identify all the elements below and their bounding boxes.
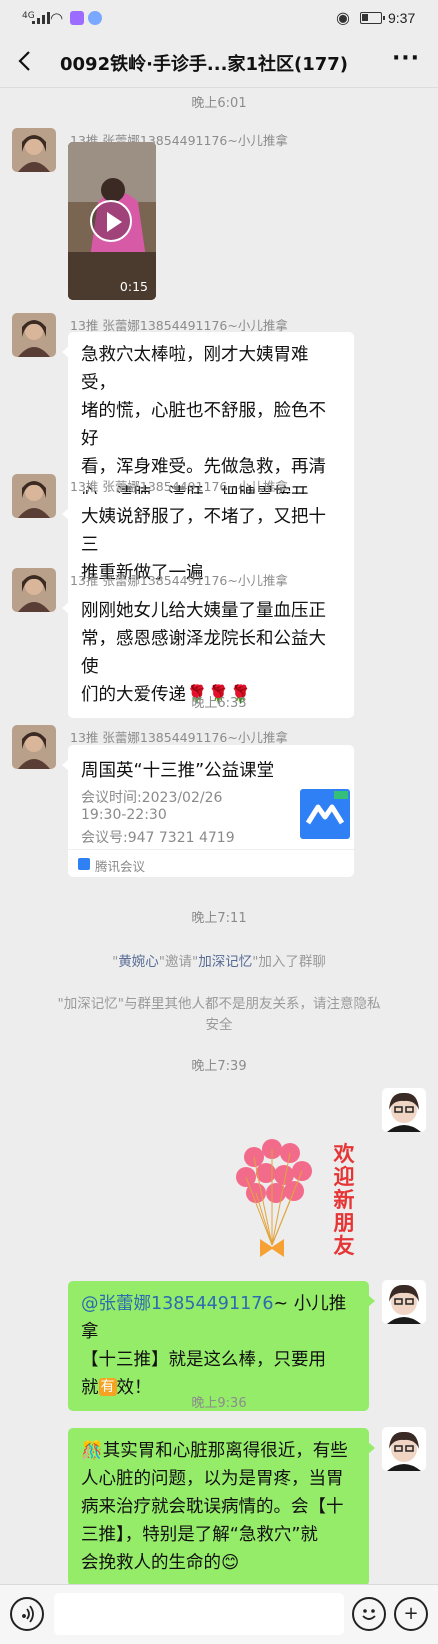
tencent-meeting-icon <box>78 858 90 870</box>
avatar[interactable] <box>12 725 56 769</box>
status-bar: 4G ◠ ◉ 9:37 <box>0 0 438 36</box>
chevron-left-icon[interactable] <box>10 46 40 76</box>
sticker-text: 欢 迎 新 朋 友 <box>324 1143 364 1258</box>
card-meeting-hours: 19:30-22:30 <box>81 807 167 823</box>
sticker-char: 友 <box>333 1234 355 1258</box>
battery-icon <box>360 12 385 24</box>
my-avatar[interactable] <box>382 1427 426 1471</box>
app-notification-icon <box>70 11 84 25</box>
card-footer: 腾讯会议 <box>68 849 354 877</box>
input-bar: + <box>0 1584 438 1644</box>
message-line: 病来治疗就会耽误病情的。会【十 <box>81 1497 344 1517</box>
sticker-char: 迎 <box>333 1165 355 1189</box>
message-bubble[interactable]: 🎊其实胃和心脏那离得很近，有些 人心脏的问题，以为是胃疼，当胃 病来治疗就会耽误… <box>68 1428 375 1586</box>
message-line: 急救穴太棒啦，刚才大姨胃难受， <box>81 345 309 393</box>
emoji-icon[interactable] <box>352 1597 386 1631</box>
sender-name: 13推 张蕾娜13854491176~小儿推拿 <box>70 573 288 588</box>
avatar[interactable] <box>12 568 56 612</box>
plus-icon[interactable]: + <box>394 1597 428 1631</box>
message-line: @张蕾娜13854491176~ 小儿推拿 <box>81 1290 356 1346</box>
card-meeting-time: 会议时间:2023/02/26 <box>81 790 223 806</box>
timestamp: 晚上9:36 <box>191 1396 247 1411</box>
my-avatar[interactable] <box>382 1280 426 1324</box>
phone-link[interactable]: 13854491176 <box>151 1294 273 1314</box>
more-dots-icon[interactable]: ··· <box>388 44 424 78</box>
sys-line: 安全 <box>205 1017 233 1033</box>
music-notification-icon <box>88 11 102 25</box>
message-line: 人心脏的问题，以为是胃疼，当胃 <box>81 1469 344 1489</box>
sender-name: 13推 张蕾娜13854491176~小儿推拿 <box>70 730 288 745</box>
signal-icon <box>32 12 50 24</box>
timestamp: 晚上6:01 <box>191 96 247 111</box>
message-line: 大姨说舒服了，不堵了，又把十三 <box>81 507 326 555</box>
message-line: 刚刚她女儿给大姨量了量血压正 <box>81 601 326 621</box>
avatar[interactable] <box>12 128 56 172</box>
user-link[interactable]: 黄婉心 <box>118 954 159 970</box>
my-avatar[interactable] <box>382 1088 426 1132</box>
tencent-meeting-logo <box>300 789 350 839</box>
card-meeting-id: 会议号:947 7321 4719 <box>81 830 235 846</box>
message-line: 【十三推】就是这么棒，只要用 <box>81 1350 326 1370</box>
video-duration: 0:15 <box>119 279 148 294</box>
chat-title[interactable]: 0092铁岭·手诊手...家1社区(177) <box>60 50 348 76</box>
message-line: 🎊其实胃和心脏那离得很近，有些 <box>81 1441 348 1461</box>
welcome-sticker[interactable]: 欢 迎 新 朋 友 <box>232 1135 372 1265</box>
system-notice-privacy: "加深记忆"与群里其他人都不是朋友关系，请注意隐私 安全 <box>30 994 408 1036</box>
wifi-icon: ◠ <box>50 9 64 27</box>
meeting-card[interactable]: 周国英“十三推”公益课堂 会议时间:2023/02/26 19:30-22:30… <box>62 745 354 877</box>
mention-link[interactable]: @张蕾娜 <box>81 1294 151 1314</box>
card-title: 周国英“十三推”公益课堂 <box>81 761 275 781</box>
eye-comfort-icon: ◉ <box>336 8 350 27</box>
voice-icon[interactable] <box>10 1597 44 1631</box>
chat-header: 0092铁岭·手诊手...家1社区(177) ··· <box>0 36 438 88</box>
message-line: 堵的慌，心脏也不舒服，脸色不好 <box>81 401 326 449</box>
sys-text: "邀请" <box>158 954 199 970</box>
message-line: 三推】，特别是了解“急救穴”就 <box>81 1525 318 1545</box>
timestamp: 晚上6:33 <box>191 696 247 711</box>
message-input[interactable] <box>54 1593 344 1635</box>
sender-name: 13推 张蕾娜13854491176~小儿推拿 <box>70 479 288 494</box>
message-line: 常，感恩感谢泽龙院长和公益大使 <box>81 629 326 677</box>
avatar[interactable] <box>12 313 56 357</box>
sticker-char: 新 <box>333 1188 355 1212</box>
video-message[interactable]: 0:15 <box>68 142 156 300</box>
sys-text: "加入了群聊 <box>252 954 326 970</box>
sticker-char: 朋 <box>333 1211 355 1235</box>
user-link[interactable]: 加深记忆 <box>198 954 252 970</box>
system-notice-join: "黄婉心"邀请"加深记忆"加入了群聊 <box>30 952 408 973</box>
card-source: 腾讯会议 <box>95 859 146 874</box>
status-time: 9:37 <box>388 10 416 26</box>
timestamp: 晚上7:39 <box>191 1059 247 1074</box>
message-line: 会挽救人的生命的😊 <box>81 1553 240 1573</box>
sys-line: "加深记忆"与群里其他人都不是朋友关系，请注意隐私 <box>57 996 381 1012</box>
avatar[interactable] <box>12 474 56 518</box>
play-icon[interactable] <box>90 200 132 242</box>
timestamp: 晚上7:11 <box>191 911 247 926</box>
sticker-char: 欢 <box>333 1142 355 1166</box>
